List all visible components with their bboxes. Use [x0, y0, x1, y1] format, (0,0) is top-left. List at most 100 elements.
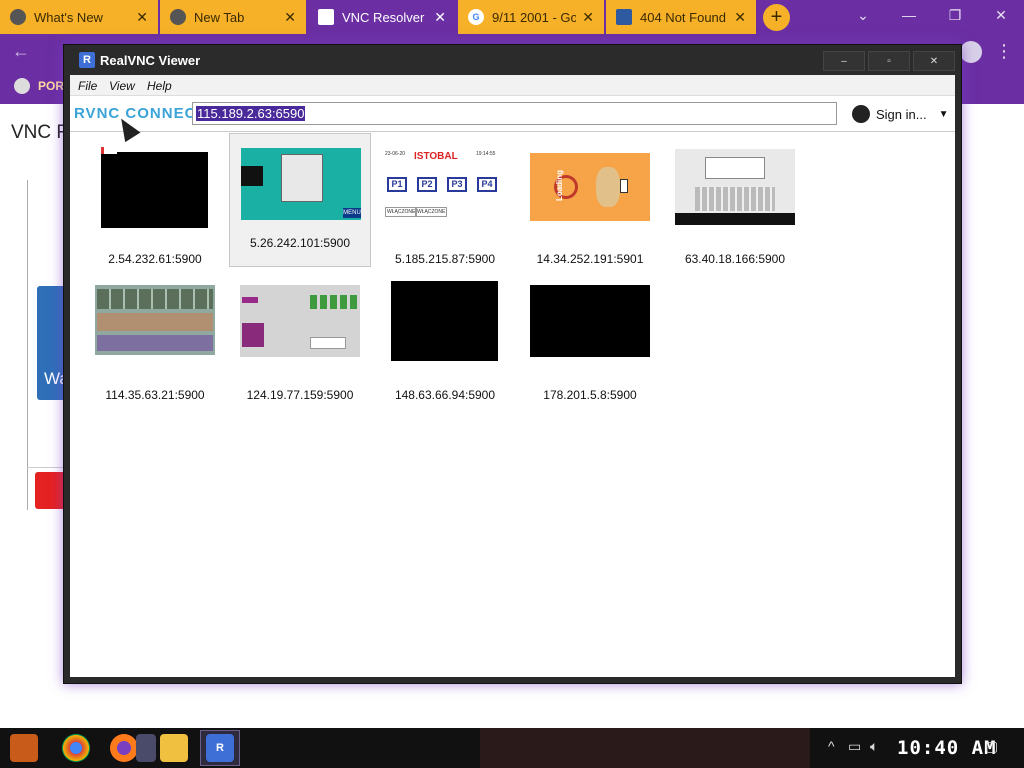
tab-404[interactable]: 404 Not Found ✕: [606, 0, 756, 34]
thumb-date: 23-06-20: [385, 151, 406, 157]
purple-label: [242, 297, 258, 303]
tab-new-tab[interactable]: New Tab ✕: [160, 0, 306, 34]
thumbnail-black: [391, 281, 498, 361]
new-tab-button[interactable]: +: [763, 4, 790, 31]
keyboard-shape: [695, 187, 775, 211]
tab-title: VNC Resolver: [342, 9, 425, 25]
menu-help[interactable]: Help: [147, 79, 172, 93]
connection-tile[interactable]: 63.40.18.166:5900: [664, 149, 806, 283]
connection-tile[interactable]: 23-06-20 ISTOBAL 19:14:55 P1 P2 P3 P4 WŁ…: [374, 149, 516, 283]
tab-search-icon[interactable]: ⌄: [840, 0, 886, 30]
tab-google[interactable]: G 9/11 2001 - Go ✕: [458, 0, 604, 34]
tile-label: 63.40.18.166:5900: [684, 252, 786, 266]
connection-tile-selected[interactable]: MENU 5.26.242.101:5900: [229, 133, 371, 267]
taskbar: R ^ ▭ 🔈︎ 10:40 AM ▢: [0, 728, 1024, 768]
tile-label: 5.185.215.87:5900: [394, 252, 496, 266]
more-menu-icon[interactable]: ⋮: [995, 40, 1013, 62]
grid-row: [97, 313, 213, 331]
menu-badge: MENU: [343, 208, 361, 218]
user-icon: [852, 105, 870, 123]
connection-tile[interactable]: 2.54.232.61:5900: [84, 147, 226, 283]
p2-button: P2: [417, 177, 437, 192]
connection-tile[interactable]: 178.201.5.8:5900: [519, 285, 661, 419]
thumb-time: 19:14:55: [476, 151, 496, 157]
profile-avatar[interactable]: [960, 41, 982, 63]
small-logo-icon: [101, 147, 117, 154]
tile-label: 178.201.5.8:5900: [543, 388, 637, 402]
dark-panel: [241, 166, 263, 186]
connection-tile[interactable]: 148.63.66.94:5900: [374, 281, 516, 419]
tile-label: 114.35.63.21:5900: [105, 388, 205, 402]
bookmark-item[interactable]: POR: [38, 79, 64, 93]
restore-button[interactable]: ❐: [932, 0, 978, 30]
tab-vnc-resolver[interactable]: VNC Resolver ✕: [308, 0, 456, 34]
window-title: RealVNC Viewer: [100, 53, 201, 68]
connection-tile[interactable]: Loading 14.34.252.191:5901: [519, 149, 661, 283]
menu-view[interactable]: View: [109, 79, 135, 93]
clock[interactable]: 10:40 AM: [897, 737, 997, 759]
thumbnail-keyboard: [675, 149, 795, 225]
status-cell: WŁĄCZONE: [385, 207, 418, 217]
tile-label: 148.63.66.94:5900: [394, 388, 496, 402]
address-input[interactable]: 115.189.2.63:6590: [192, 102, 837, 125]
close-icon[interactable]: ✕: [734, 9, 746, 26]
vnc-maximize-button[interactable]: ▫: [868, 51, 910, 71]
minimize-button[interactable]: —: [886, 0, 932, 30]
tray-chevron-icon[interactable]: ^: [828, 738, 835, 754]
close-icon[interactable]: ✕: [582, 9, 594, 26]
cartoon-figure: [596, 167, 620, 207]
connection-tile[interactable]: 114.35.63.21:5900: [84, 285, 226, 419]
loading-text: Loading: [555, 169, 565, 202]
realvnc-app-icon: R: [79, 52, 95, 68]
vnc-minimize-button[interactable]: –: [823, 51, 865, 71]
media-icon[interactable]: [136, 734, 156, 762]
tab-title: What's New: [34, 9, 103, 25]
tile-label: 124.19.77.159:5900: [246, 388, 354, 402]
caret-down-icon[interactable]: ▼: [939, 109, 949, 120]
notifications-icon[interactable]: ▢: [985, 738, 998, 755]
chrome-icon[interactable]: [62, 734, 90, 762]
app-launcher-icon[interactable]: [10, 734, 38, 762]
globe-icon: [14, 78, 30, 94]
realvnc-icon[interactable]: R: [206, 734, 234, 762]
bitview-icon: [616, 9, 632, 25]
chrome-icon: [170, 9, 186, 25]
google-icon: G: [468, 9, 484, 25]
volume-icon[interactable]: 🔈︎: [870, 738, 878, 755]
status-lights: [310, 295, 358, 309]
p3-button: P3: [447, 177, 467, 192]
file-explorer-icon[interactable]: [160, 734, 188, 762]
thumbnail-loading-orange: Loading: [530, 153, 650, 221]
back-arrow-icon[interactable]: ←: [12, 41, 30, 62]
vnc-client-area: File View Help RVNC CONNECT 115.189.2.63…: [70, 75, 955, 677]
window-titlebar[interactable]: R RealVNC Viewer – ▫ ✕: [64, 45, 961, 75]
browser-tabbar: What's New ✕ New Tab ✕ VNC Resolver ✕ G …: [0, 0, 1024, 34]
firefox-icon[interactable]: [110, 734, 138, 762]
network-icon[interactable]: ▭: [848, 738, 861, 755]
tab-whats-new[interactable]: What's New ✕: [0, 0, 158, 34]
thumbnail-scada-grid: [95, 285, 215, 355]
thumbnail-black-with-logo: [101, 147, 208, 228]
close-button[interactable]: ✕: [978, 0, 1024, 30]
status-cell: WŁĄCZONE: [415, 207, 448, 217]
close-icon[interactable]: ✕: [284, 9, 296, 26]
close-icon[interactable]: ✕: [136, 9, 148, 26]
sign-in-button[interactable]: Sign in... ▼: [852, 105, 949, 123]
window-shape: [705, 157, 765, 179]
tile-label: 2.54.232.61:5900: [108, 252, 202, 266]
dialog-shape: [281, 154, 323, 202]
grid-row: [97, 289, 213, 309]
close-icon[interactable]: ✕: [434, 9, 446, 26]
tile-label: 14.34.252.191:5901: [536, 252, 644, 266]
menu-file[interactable]: File: [78, 79, 97, 93]
istobal-brand: ISTOBAL: [414, 151, 458, 162]
vnc-close-button[interactable]: ✕: [913, 51, 955, 71]
sign-in-label: Sign in...: [876, 106, 927, 122]
thumbnail-teal-menu: MENU: [241, 148, 361, 220]
purple-buttons: [242, 323, 264, 347]
vnc-toolbar: RVNC CONNECT 115.189.2.63:6590 Sign in..…: [70, 96, 955, 132]
chrome-icon: [10, 9, 26, 25]
p1-button: P1: [387, 177, 407, 192]
connection-tile[interactable]: 124.19.77.159:5900: [229, 285, 371, 419]
tab-title: 9/11 2001 - Go: [492, 9, 577, 25]
